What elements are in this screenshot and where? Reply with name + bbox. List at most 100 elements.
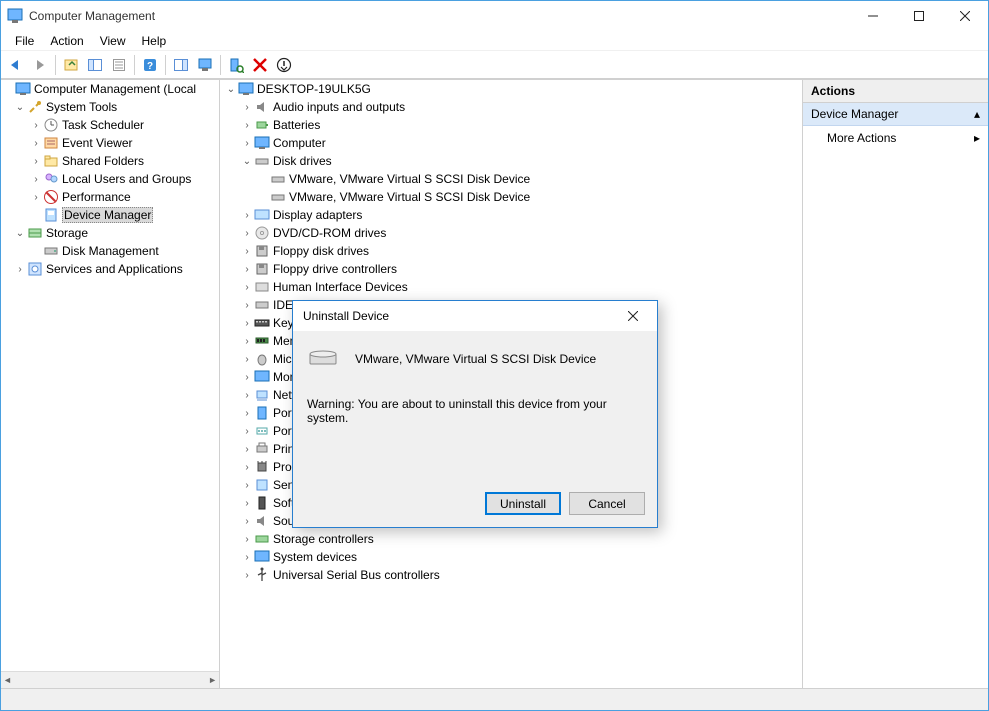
tree-storage[interactable]: Storage bbox=[46, 226, 88, 240]
tree-storage-ctrl[interactable]: Storage controllers bbox=[273, 532, 374, 546]
expander-icon[interactable]: › bbox=[29, 138, 43, 149]
actions-more[interactable]: More Actions ▸ bbox=[803, 126, 988, 150]
tree-usb[interactable]: Universal Serial Bus controllers bbox=[273, 568, 440, 582]
uninstall-button[interactable] bbox=[249, 54, 271, 76]
disk-icon bbox=[254, 153, 270, 169]
tree-computer[interactable]: Computer bbox=[273, 136, 326, 150]
scan-hardware-button[interactable] bbox=[225, 54, 247, 76]
tree-event-viewer[interactable]: Event Viewer bbox=[62, 136, 132, 150]
help-button[interactable]: ? bbox=[139, 54, 161, 76]
expander-icon[interactable]: › bbox=[240, 498, 254, 509]
tree-disk-management[interactable]: Disk Management bbox=[62, 244, 159, 258]
expander-icon[interactable]: › bbox=[240, 354, 254, 365]
tree-shared-folders[interactable]: Shared Folders bbox=[62, 154, 144, 168]
tree-floppy-drives[interactable]: Floppy disk drives bbox=[273, 244, 369, 258]
actions-section[interactable]: Device Manager ▴ bbox=[803, 103, 988, 126]
computer-mgmt-icon bbox=[15, 81, 31, 97]
tree-disk-item[interactable]: VMware, VMware Virtual S SCSI Disk Devic… bbox=[289, 190, 530, 204]
folder-icon bbox=[43, 153, 59, 169]
disk-mgmt-icon bbox=[43, 243, 59, 259]
expander-icon[interactable]: › bbox=[240, 228, 254, 239]
expander-icon[interactable]: › bbox=[240, 462, 254, 473]
event-viewer-icon bbox=[43, 135, 59, 151]
enable-device-button[interactable] bbox=[273, 54, 295, 76]
ide-icon bbox=[254, 297, 270, 313]
expander-icon[interactable]: › bbox=[240, 570, 254, 581]
toolbar-separator bbox=[55, 55, 56, 75]
properties-button[interactable] bbox=[108, 54, 130, 76]
expander-icon[interactable]: › bbox=[240, 336, 254, 347]
uninstall-button[interactable]: Uninstall bbox=[485, 492, 561, 515]
expander-icon[interactable]: › bbox=[240, 138, 254, 149]
expander-icon[interactable]: › bbox=[240, 282, 254, 293]
expander-icon[interactable]: › bbox=[240, 372, 254, 383]
chevron-right-icon: ▸ bbox=[974, 131, 980, 145]
left-tree-pane[interactable]: ▸ Computer Management (Local ⌄ System To… bbox=[1, 80, 220, 688]
expander-icon[interactable]: › bbox=[29, 156, 43, 167]
hid-icon bbox=[254, 279, 270, 295]
keyboard-icon bbox=[254, 315, 270, 331]
expander-icon[interactable]: › bbox=[29, 120, 43, 131]
tree-disk-drives[interactable]: Disk drives bbox=[273, 154, 332, 168]
expander-icon[interactable]: › bbox=[240, 480, 254, 491]
tree-batteries[interactable]: Batteries bbox=[273, 118, 320, 132]
expander-icon[interactable]: › bbox=[240, 120, 254, 131]
tree-dvd[interactable]: DVD/CD-ROM drives bbox=[273, 226, 386, 240]
minimize-button[interactable] bbox=[850, 1, 896, 31]
expander-icon[interactable]: › bbox=[240, 102, 254, 113]
menu-file[interactable]: File bbox=[9, 33, 40, 49]
show-hide-tree-button[interactable] bbox=[84, 54, 106, 76]
expander-icon[interactable]: ⌄ bbox=[13, 102, 27, 113]
expander-icon[interactable]: › bbox=[240, 390, 254, 401]
expander-icon[interactable]: › bbox=[240, 534, 254, 545]
expander-icon[interactable]: ⌄ bbox=[13, 228, 27, 239]
view-panel-button[interactable] bbox=[170, 54, 192, 76]
tree-system-dev[interactable]: System devices bbox=[273, 550, 357, 564]
left-horizontal-scrollbar[interactable]: ◄► bbox=[1, 671, 219, 688]
expander-icon[interactable]: › bbox=[240, 210, 254, 221]
expander-icon[interactable]: › bbox=[240, 318, 254, 329]
tree-performance[interactable]: Performance bbox=[62, 190, 131, 204]
expander-icon[interactable]: › bbox=[240, 246, 254, 257]
tree-desktop[interactable]: DESKTOP-19ULK5G bbox=[257, 82, 371, 96]
expander-icon[interactable]: › bbox=[29, 192, 43, 203]
expander-icon[interactable]: › bbox=[29, 174, 43, 185]
menu-action[interactable]: Action bbox=[44, 33, 89, 49]
expander-icon[interactable]: › bbox=[240, 444, 254, 455]
tree-task-scheduler[interactable]: Task Scheduler bbox=[62, 118, 144, 132]
maximize-button[interactable] bbox=[896, 1, 942, 31]
tree-disk-item[interactable]: VMware, VMware Virtual S SCSI Disk Devic… bbox=[289, 172, 530, 186]
expander-icon[interactable]: › bbox=[240, 264, 254, 275]
monitor-button[interactable] bbox=[194, 54, 216, 76]
app-icon bbox=[7, 8, 23, 24]
expander-icon[interactable]: › bbox=[240, 426, 254, 437]
menu-view[interactable]: View bbox=[94, 33, 132, 49]
sound-icon bbox=[254, 513, 270, 529]
tree-root[interactable]: Computer Management (Local bbox=[34, 82, 196, 96]
close-button[interactable] bbox=[942, 1, 988, 31]
expander-icon[interactable]: › bbox=[13, 264, 27, 275]
dialog-close-button[interactable] bbox=[611, 302, 655, 330]
expander-icon[interactable]: ⌄ bbox=[240, 156, 254, 167]
tree-services-apps[interactable]: Services and Applications bbox=[46, 262, 183, 276]
forward-button[interactable] bbox=[29, 54, 51, 76]
expander-icon[interactable]: › bbox=[240, 516, 254, 527]
tree-display[interactable]: Display adapters bbox=[273, 208, 362, 222]
cancel-button[interactable]: Cancel bbox=[569, 492, 645, 515]
expander-icon[interactable]: ⌄ bbox=[224, 84, 238, 95]
back-button[interactable] bbox=[5, 54, 27, 76]
tree-device-manager[interactable]: Device Manager bbox=[62, 207, 153, 223]
expander-icon[interactable]: › bbox=[240, 300, 254, 311]
tree-local-users[interactable]: Local Users and Groups bbox=[62, 172, 191, 186]
tree-hid[interactable]: Human Interface Devices bbox=[273, 280, 408, 294]
tree-audio[interactable]: Audio inputs and outputs bbox=[273, 100, 405, 114]
menu-help[interactable]: Help bbox=[136, 33, 173, 49]
up-button[interactable] bbox=[60, 54, 82, 76]
dialog-warning: Warning: You are about to uninstall this… bbox=[307, 397, 643, 425]
tree-floppy-ctrl[interactable]: Floppy drive controllers bbox=[273, 262, 397, 276]
expander-icon[interactable]: › bbox=[240, 408, 254, 419]
services-icon bbox=[27, 261, 43, 277]
uninstall-dialog: Uninstall Device VMware, VMware Virtual … bbox=[292, 300, 658, 528]
expander-icon[interactable]: › bbox=[240, 552, 254, 563]
tree-system-tools[interactable]: System Tools bbox=[46, 100, 117, 114]
